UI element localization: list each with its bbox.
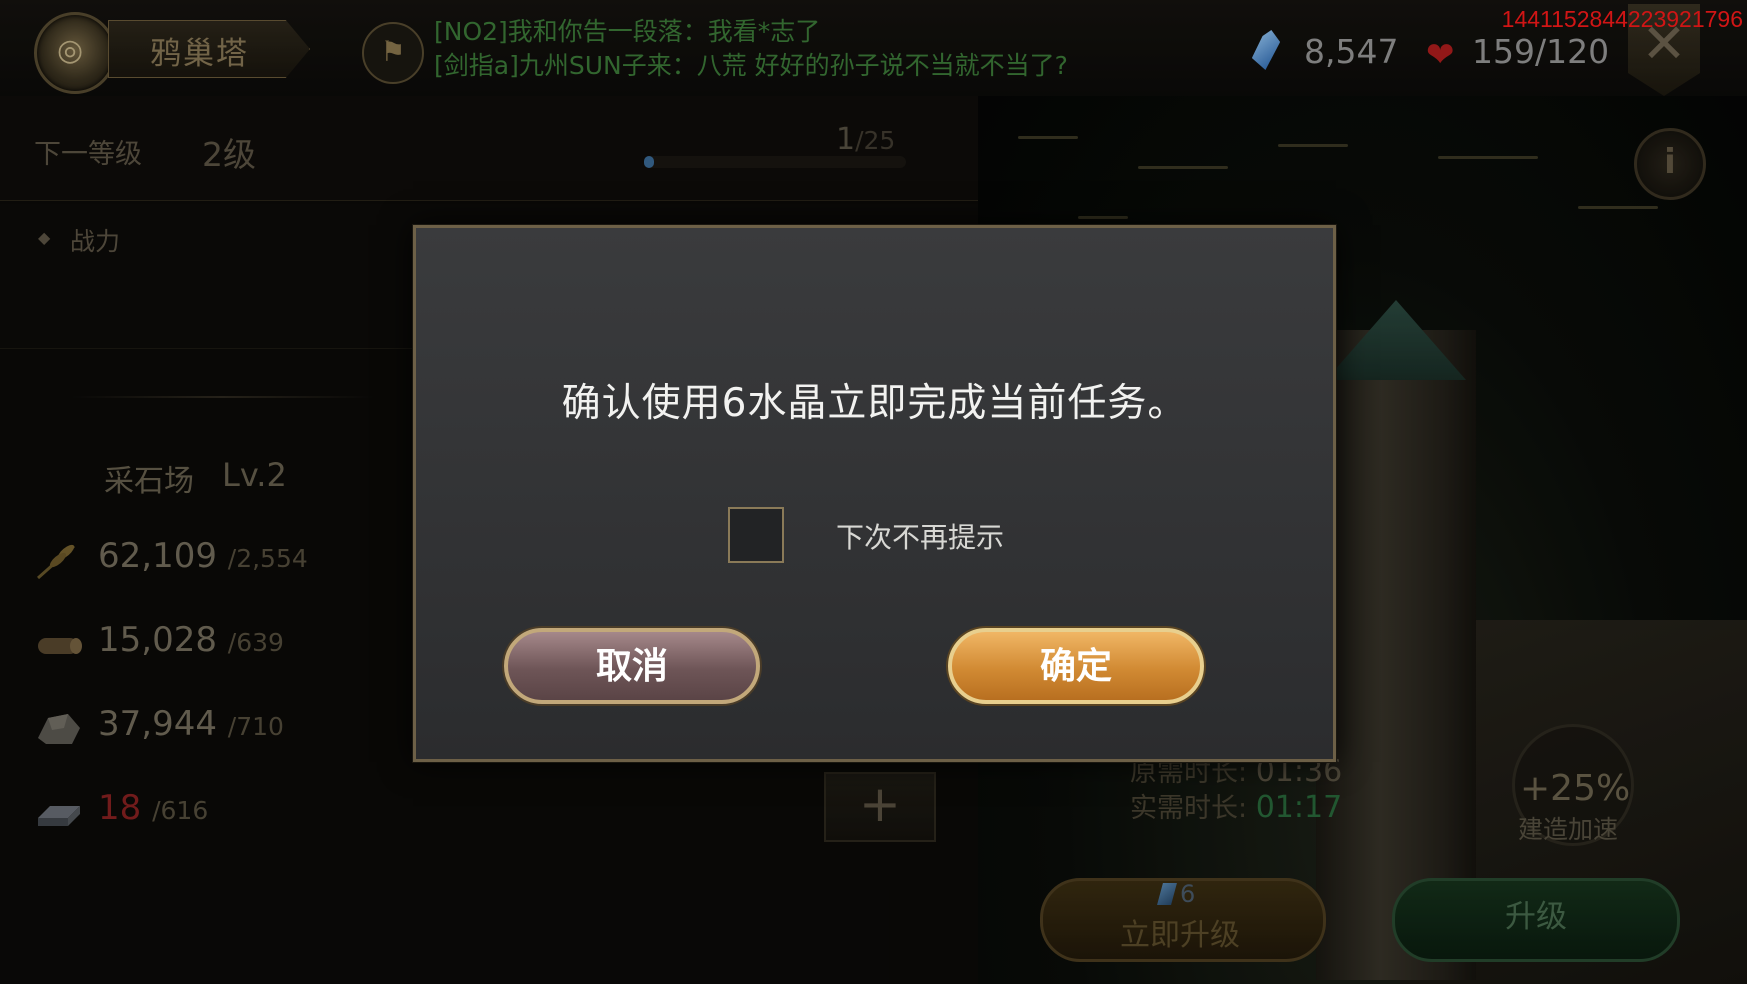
dont-remind-checkbox[interactable] (728, 507, 784, 563)
confirm-button[interactable]: 确定 (948, 628, 1204, 704)
cancel-button[interactable]: 取消 (504, 628, 760, 704)
game-screen: ◎ 鸦巢塔 ⚑ [NO2]我和你告一段落：我看*志了 [剑指a]九州SUN子来：… (0, 0, 1747, 984)
dialog-message: 确认使用6水晶立即完成当前任务。 (561, 381, 1188, 426)
dont-remind-label[interactable]: 下次不再提示 (836, 516, 1004, 556)
